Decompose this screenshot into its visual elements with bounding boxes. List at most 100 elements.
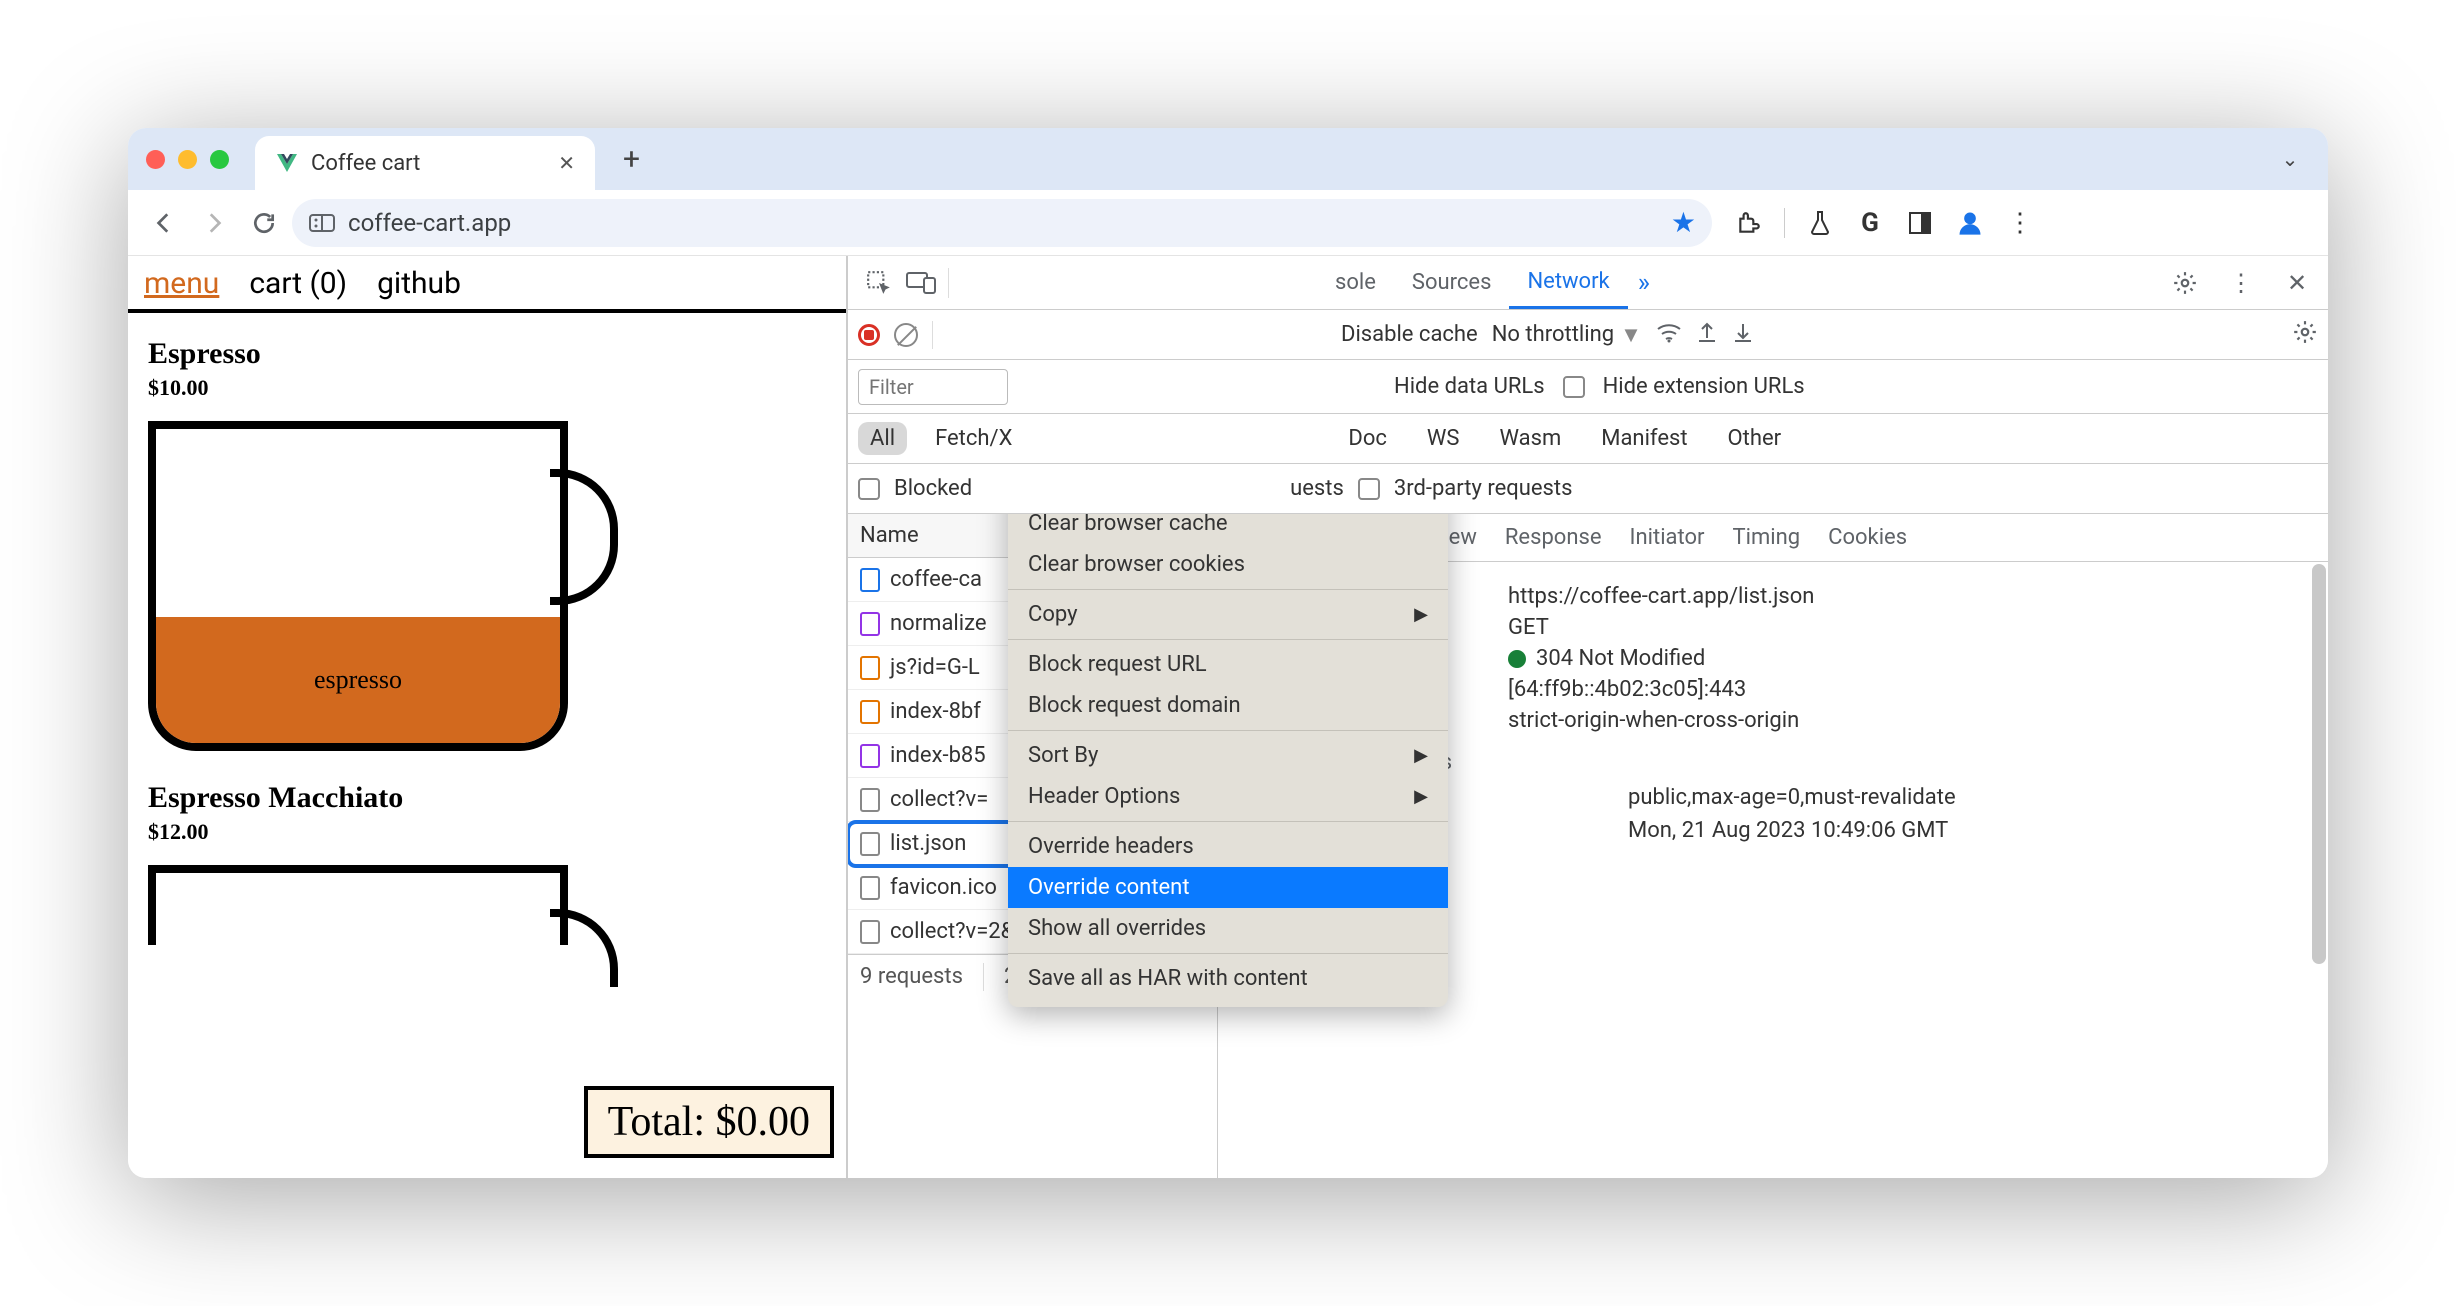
profile-icon[interactable]: [1955, 208, 1985, 238]
devtools-kebab-icon[interactable]: ⋮: [2220, 269, 2262, 297]
ctx-clear-cache[interactable]: Clear browser cache: [1008, 514, 1448, 544]
tab-console[interactable]: sole: [955, 256, 1394, 309]
ctx-override-content[interactable]: Override content: [1008, 867, 1448, 908]
back-button[interactable]: [142, 201, 186, 245]
scrollbar[interactable]: [2312, 564, 2326, 1104]
hide-ext-urls-label[interactable]: Hide extension URLs: [1603, 374, 1805, 399]
request-method: GET: [1508, 615, 2308, 640]
details-tab-initiator[interactable]: Initiator: [1630, 525, 1705, 550]
network-settings-gear-icon[interactable]: [2292, 319, 2318, 351]
ctx-save-har[interactable]: Save all as HAR with content: [1008, 958, 1448, 999]
type-wasm[interactable]: Wasm: [1487, 422, 1573, 455]
network-conditions-icon[interactable]: [1656, 321, 1682, 349]
tabs-dropdown-button[interactable]: ⌄: [2270, 139, 2310, 179]
ctx-separator: [1008, 589, 1448, 590]
maximize-window-button[interactable]: [210, 150, 229, 169]
type-manifest[interactable]: Manifest: [1589, 422, 1699, 455]
ctx-label: Override headers: [1028, 834, 1194, 859]
throttling-select[interactable]: No throttling ▼: [1492, 322, 1642, 348]
tab-sources[interactable]: Sources: [1394, 256, 1510, 309]
disable-cache-label[interactable]: Disable cache: [1341, 322, 1478, 347]
nav-github[interactable]: github: [377, 266, 461, 301]
ctx-copy[interactable]: Copy▶: [1008, 594, 1448, 635]
network-body: Name coffee-ca normalize js?id=G-L index…: [848, 514, 2328, 1178]
hide-ext-checkbox[interactable]: [1563, 376, 1585, 398]
new-tab-button[interactable]: +: [623, 142, 640, 177]
other-file-icon: [860, 920, 880, 944]
bookmark-star-icon[interactable]: ★: [1671, 206, 1696, 239]
nav-cart[interactable]: cart (0): [249, 266, 347, 301]
type-doc[interactable]: Doc: [1336, 422, 1399, 455]
cart-total[interactable]: Total: $0.00: [584, 1086, 834, 1158]
scrollbar-thumb[interactable]: [2312, 564, 2326, 964]
ctx-override-headers[interactable]: Override headers: [1008, 826, 1448, 867]
more-tabs-icon[interactable]: »: [1628, 268, 1660, 298]
type-fetch[interactable]: Fetch/X: [923, 422, 1024, 455]
titlebar: Coffee cart ✕ + ⌄: [128, 128, 2328, 190]
nav-menu[interactable]: menu: [144, 266, 219, 301]
vue-favicon-icon: [275, 151, 299, 175]
ctx-label: Clear browser cache: [1028, 514, 1228, 536]
ctx-clear-cookies[interactable]: Clear browser cookies: [1008, 544, 1448, 585]
reload-button[interactable]: [242, 201, 286, 245]
details-tab-cookies[interactable]: Cookies: [1828, 525, 1907, 550]
type-other[interactable]: Other: [1716, 422, 1794, 455]
details-tab-timing[interactable]: Timing: [1733, 525, 1801, 550]
extensions-row: G ⋮: [1734, 208, 2035, 238]
third-party-checkbox[interactable]: [1358, 478, 1380, 500]
ctx-show-overrides[interactable]: Show all overrides: [1008, 908, 1448, 949]
espresso-mug-icon[interactable]: espresso: [148, 421, 568, 751]
site-settings-icon[interactable]: [308, 209, 336, 237]
upload-har-icon[interactable]: [1696, 320, 1718, 350]
other-file-icon: [860, 876, 880, 900]
filter-input[interactable]: [858, 369, 1008, 405]
ctx-header-options[interactable]: Header Options▶: [1008, 776, 1448, 817]
minimize-window-button[interactable]: [178, 150, 197, 169]
reader-icon[interactable]: [1905, 208, 1935, 238]
settings-gear-icon[interactable]: [2164, 270, 2206, 296]
request-name: coffee-ca: [890, 567, 982, 592]
blocked-checkbox[interactable]: [858, 478, 880, 500]
blocked-label[interactable]: Blocked: [894, 476, 972, 501]
third-party-label[interactable]: 3rd-party requests: [1394, 476, 1573, 501]
product-espresso: Espresso $10.00 espresso: [128, 337, 846, 781]
ctx-separator: [1008, 730, 1448, 731]
tab-network[interactable]: Network: [1509, 256, 1627, 309]
type-all[interactable]: All: [858, 422, 907, 455]
hide-data-urls-label[interactable]: Hide data URLs: [1394, 374, 1545, 399]
devtools-tabs: sole Sources Network » ⋮ ✕: [848, 256, 2328, 310]
kebab-menu-icon[interactable]: ⋮: [2005, 208, 2035, 238]
ctx-label: Clear browser cookies: [1028, 552, 1245, 577]
html-file-icon: [860, 568, 880, 592]
details-tab-response[interactable]: Response: [1505, 525, 1602, 550]
google-icon[interactable]: G: [1855, 208, 1885, 238]
page-nav: menu cart (0) github: [128, 256, 846, 309]
devtools-close-icon[interactable]: ✕: [2276, 269, 2318, 297]
download-har-icon[interactable]: [1732, 320, 1754, 350]
inspect-element-icon[interactable]: [858, 270, 900, 296]
chevron-right-icon: ▶: [1414, 745, 1428, 766]
clear-button[interactable]: [894, 323, 918, 347]
type-ws[interactable]: WS: [1415, 422, 1472, 455]
ctx-block-domain[interactable]: Block request domain: [1008, 685, 1448, 726]
tab-close-button[interactable]: ✕: [558, 151, 575, 175]
status-text: 304 Not Modified: [1536, 646, 1705, 671]
device-toggle-icon[interactable]: [900, 272, 942, 294]
ctx-block-url[interactable]: Block request URL: [1008, 644, 1448, 685]
mug-fill-label: espresso: [156, 617, 560, 743]
browser-tab[interactable]: Coffee cart ✕: [255, 136, 595, 190]
product-title: Espresso Macchiato: [148, 781, 826, 815]
ctx-label: Block request URL: [1028, 652, 1207, 677]
extensions-icon[interactable]: [1734, 208, 1764, 238]
ctx-sort[interactable]: Sort By▶: [1008, 735, 1448, 776]
forward-button[interactable]: [192, 201, 236, 245]
record-button[interactable]: [858, 324, 880, 346]
macchiato-mug-icon[interactable]: [148, 865, 568, 945]
chevron-right-icon: ▶: [1414, 786, 1428, 807]
browser-window: Coffee cart ✕ + ⌄ coffee-cart.app ★ G ⋮: [128, 128, 2328, 1178]
blocked-filter-row: Blocked uests 3rd-party requests: [848, 464, 2328, 514]
address-bar[interactable]: coffee-cart.app ★: [292, 199, 1712, 247]
ctx-label: Show all overrides: [1028, 916, 1206, 941]
close-window-button[interactable]: [146, 150, 165, 169]
experiments-icon[interactable]: [1805, 208, 1835, 238]
